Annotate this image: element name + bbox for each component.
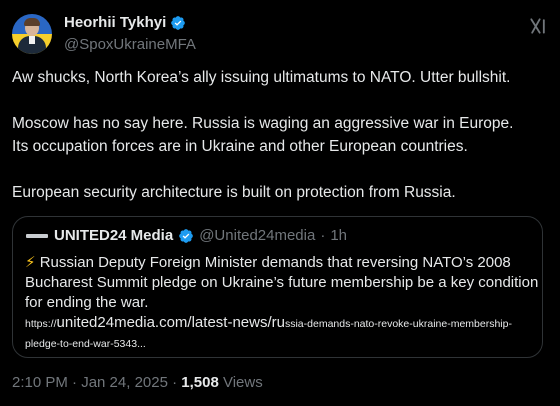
views-label: Views [218, 374, 263, 391]
grok-icon[interactable] [528, 16, 548, 36]
quoted-separator: · [320, 227, 326, 244]
quoted-line-text: Russian Deputy Foreign Minister demands … [35, 254, 511, 271]
tweet-line: Its occupation forces are in Ukraine and… [12, 138, 468, 155]
quoted-tweet-body: ⚡ Russian Deputy Foreign Minister demand… [25, 253, 539, 354]
quoted-line: for ending the war. [25, 294, 149, 311]
tweet-timestamp[interactable]: 2:10 PM · Jan 24, 2025 · [12, 374, 181, 391]
quoted-link: https://united24media.com/latest-news/ru… [25, 313, 533, 334]
author-avatar[interactable] [12, 14, 52, 54]
quoted-line: ⚡ Russian Deputy Foreign Minister demand… [25, 253, 533, 273]
tweet-header: Heorhii Tykhyi @SpoxUkraineMFA [12, 12, 548, 56]
tweet-meta: 2:10 PM · Jan 24, 2025 · 1,508 Views [12, 374, 263, 391]
quoted-tweet-card[interactable]: UNITED24 Media @United24media · 1h ⚡ Rus… [12, 216, 543, 358]
quoted-tweet-header: UNITED24 Media @United24media · 1h [25, 227, 347, 244]
views-count: 1,508 [181, 374, 219, 391]
quoted-handle: @United24media [199, 227, 316, 244]
quoted-line: Bucharest Summit pledge on Ukraine’s fut… [25, 274, 539, 291]
quoted-link-main: united24media.com/latest-news/ru [56, 314, 285, 331]
quoted-time: 1h [330, 227, 348, 244]
tweet-body: Aw shucks, North Korea’s ally issuing ul… [12, 66, 548, 204]
quoted-link-line2: pledge-to-end-war-5343... [25, 338, 146, 350]
tweet-line: European security architecture is built … [12, 184, 456, 201]
author-name-row: Heorhii Tykhyi [64, 14, 186, 31]
united24-logo-icon [25, 229, 49, 243]
author-handle[interactable]: @SpoxUkraineMFA [64, 36, 196, 53]
verified-badge-icon [179, 228, 194, 243]
tweet-line: Aw shucks, North Korea’s ally issuing ul… [12, 69, 511, 86]
tweet-line: Moscow has no say here. Russia is waging… [12, 115, 514, 132]
verified-badge-icon [171, 15, 186, 30]
lightning-icon: ⚡ [25, 254, 36, 271]
author-display-name[interactable]: Heorhii Tykhyi [64, 14, 166, 31]
quoted-link-rest: ssia-demands-nato-revoke-ukraine-members… [284, 318, 512, 330]
quoted-display-name: UNITED24 Media [54, 227, 174, 244]
quoted-link-prefix: https:// [25, 318, 57, 330]
